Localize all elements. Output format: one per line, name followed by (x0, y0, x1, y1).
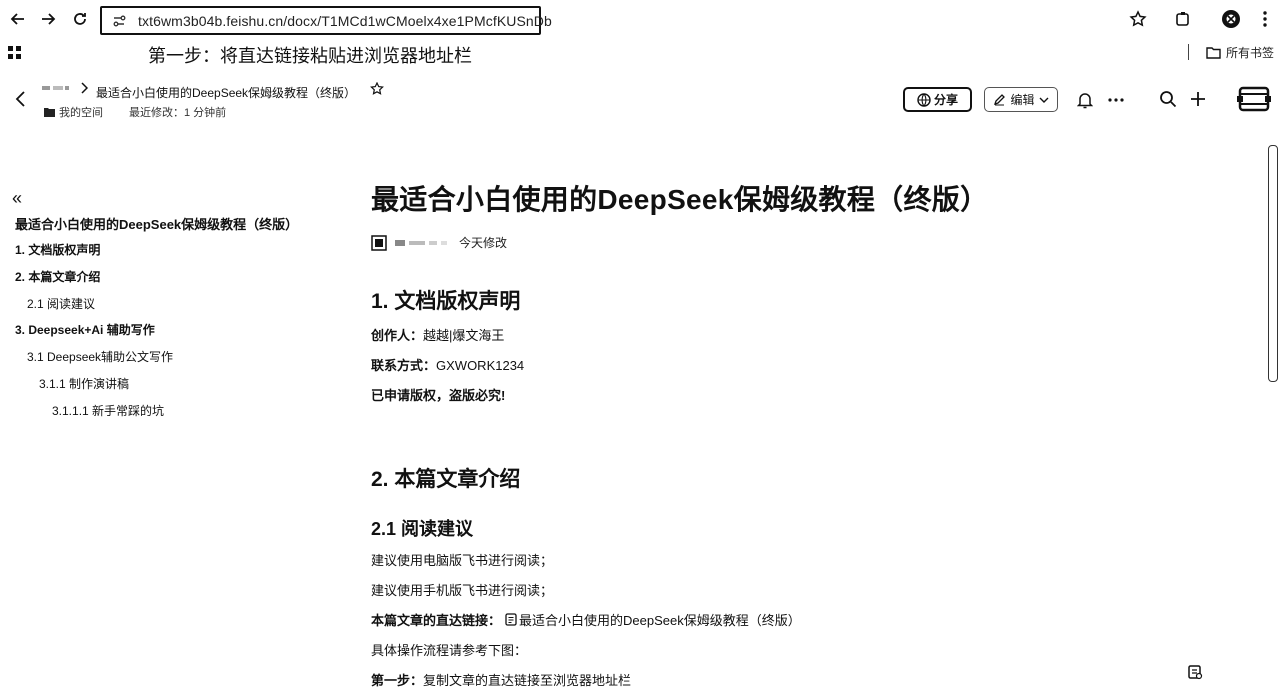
creator-value: 越越|爆文海王 (423, 328, 505, 343)
modified-label: 今天修改 (459, 236, 508, 250)
back-chevron-icon[interactable] (14, 90, 28, 108)
apps-grid-icon[interactable] (8, 46, 22, 60)
step-label: 第一步： (371, 673, 424, 688)
direct-link-label: 本篇文章的直达链接： (371, 613, 502, 628)
back-arrow-icon[interactable] (8, 9, 28, 29)
edit-mode-button[interactable]: 编辑 (984, 87, 1058, 112)
site-info-icon[interactable] (112, 14, 126, 28)
toc-item[interactable]: 3.1 Deepseek辅助公文写作 (27, 348, 173, 365)
toc-collapse-icon[interactable]: « (12, 188, 22, 209)
annotation-overlay-text: 第一步：将直达链接粘贴进浏览器地址栏 (148, 46, 472, 66)
url-text[interactable]: txt6wm3b04b.feishu.cn/docx/T1MCd1wCMoelx… (138, 13, 552, 29)
scrollbar-thumb[interactable] (1268, 145, 1278, 382)
author-row: 今天修改 (371, 234, 507, 251)
extensions-icon[interactable] (1173, 9, 1193, 29)
space-label[interactable]: 我的空间 (59, 104, 103, 120)
contact-label: 联系方式： (371, 358, 437, 373)
pencil-icon (993, 93, 1006, 106)
bell-icon[interactable] (1077, 91, 1093, 109)
last-modified-label: 最近修改：1 分钟前 (129, 107, 227, 119)
sidebar-panel-icon[interactable] (1237, 84, 1271, 114)
toc-item[interactable]: 2.1 阅读建议 (27, 295, 95, 312)
folder-icon (44, 107, 55, 117)
add-icon[interactable] (1189, 90, 1207, 108)
direct-link[interactable]: 最适合小白使用的DeepSeek保姆级教程（终版） (519, 610, 801, 629)
toc-item[interactable]: 3. Deepseek+Ai 辅助写作 (15, 321, 155, 338)
globe-icon (917, 92, 931, 107)
doc-meta-row: 我的空间 最近修改：1 分钟前 (44, 104, 226, 120)
share-button[interactable]: 分享 (903, 87, 972, 112)
paragraph: 具体操作流程请参考下图： (371, 643, 528, 658)
edit-label: 编辑 (1010, 93, 1035, 107)
creator-line: 创作人：越越|爆文海王 (371, 325, 504, 344)
paragraph: 建议使用手机版飞书进行阅读； (371, 583, 554, 598)
document-title[interactable]: 最适合小白使用的DeepSeek保姆级教程（终版） (371, 178, 988, 218)
creator-label: 创作人： (371, 328, 424, 343)
contact-value: GXWORK1234 (436, 358, 525, 373)
breadcrumb-chevron-icon (80, 82, 88, 94)
contact-line: 联系方式：GXWORK1234 (371, 355, 524, 374)
toc-item[interactable]: 1. 文档版权声明 (15, 241, 100, 258)
toc-item[interactable]: 3.1.1 制作演讲稿 (39, 375, 129, 392)
section-heading[interactable]: 1. 文档版权声明 (371, 285, 520, 315)
toc-doc-title[interactable]: 最适合小白使用的DeepSeek保姆级教程（终版） (15, 214, 298, 233)
menu-dots-icon[interactable] (1255, 9, 1275, 29)
breadcrumb-doc-title[interactable]: 最适合小白使用的DeepSeek保姆级教程（终版） (96, 84, 356, 101)
step-text: 复制文章的直达链接至浏览器地址栏 (423, 673, 632, 688)
bookmarks-divider (1188, 44, 1189, 60)
folder-icon (1206, 46, 1221, 59)
search-icon[interactable] (1159, 90, 1177, 108)
profile-avatar[interactable] (1221, 9, 1241, 29)
toc-item[interactable]: 3.1.1.1 新手常踩的坑 (52, 402, 164, 419)
breadcrumb-parent-blurred[interactable] (42, 83, 72, 93)
doc-link-icon (505, 613, 517, 626)
section-heading[interactable]: 2. 本篇文章介绍 (371, 463, 520, 493)
share-label: 分享 (933, 93, 958, 107)
comment-icon[interactable] (1187, 664, 1203, 680)
subsection-heading[interactable]: 2.1 阅读建议 (371, 515, 473, 541)
more-options-icon[interactable] (1107, 97, 1125, 103)
step-line: 第一步：复制文章的直达链接至浏览器地址栏 (371, 670, 631, 689)
forward-arrow-icon[interactable] (38, 9, 58, 29)
all-bookmarks-label: 所有书签 (1226, 46, 1275, 60)
toc-item[interactable]: 2. 本篇文章介绍 (15, 268, 100, 285)
direct-link-line: 本篇文章的直达链接： 最适合小白使用的DeepSeek保姆级教程（终版） (371, 610, 801, 629)
favorite-star-icon[interactable] (370, 82, 384, 96)
author-avatar[interactable] (371, 234, 387, 251)
author-name-blurred[interactable] (395, 238, 451, 248)
bookmark-star-icon[interactable] (1128, 9, 1148, 29)
all-bookmarks-button[interactable]: 所有书签 (1206, 44, 1274, 61)
chevron-down-icon (1039, 96, 1049, 104)
reload-icon[interactable] (70, 9, 90, 29)
copyright-notice: 已申请版权，盗版必究! (371, 388, 506, 403)
paragraph: 建议使用电脑版飞书进行阅读； (371, 553, 554, 568)
browser-toolbar: txt6wm3b04b.feishu.cn/docx/T1MCd1wCMoelx… (0, 0, 1280, 38)
address-bar[interactable]: txt6wm3b04b.feishu.cn/docx/T1MCd1wCMoelx… (100, 6, 552, 35)
